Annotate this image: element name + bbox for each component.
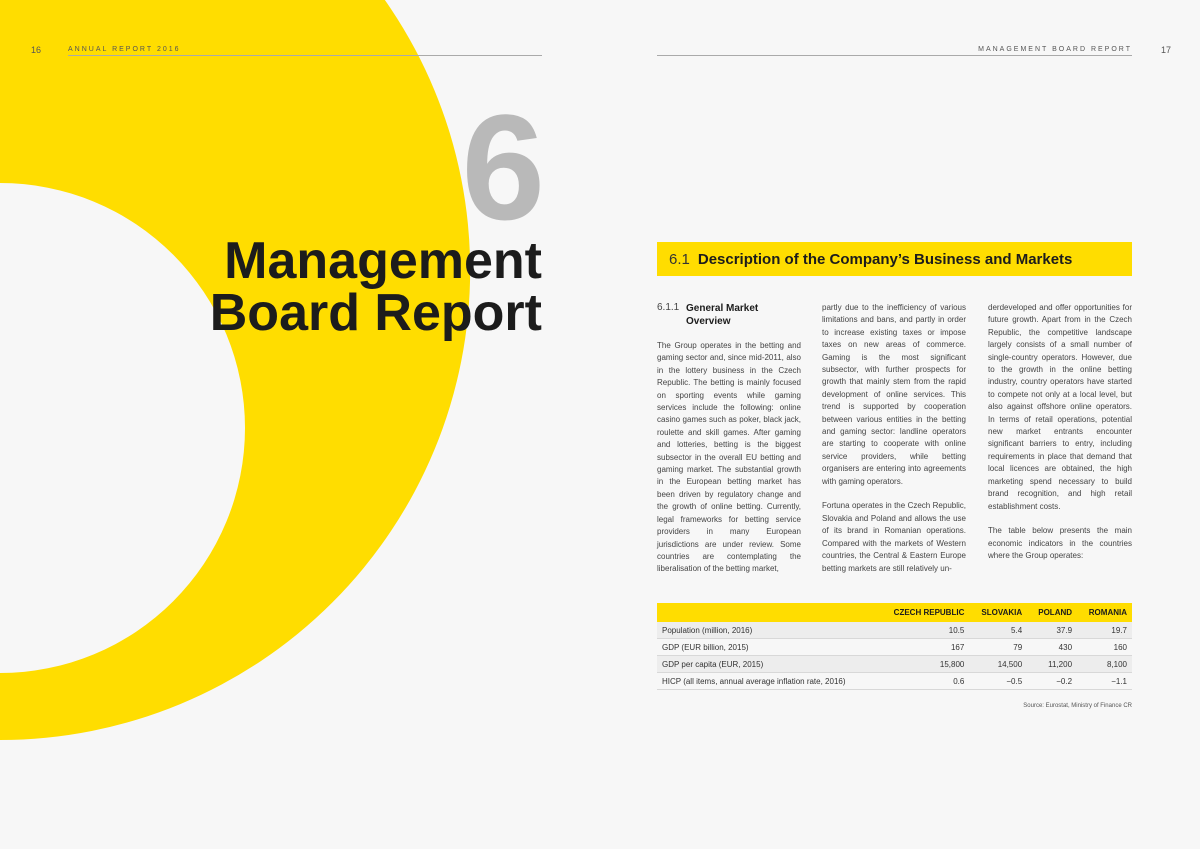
table-header-cell: CZECH REPUBLIC <box>877 603 970 622</box>
table-cell: −1.1 <box>1077 672 1132 690</box>
body-column-1: The Group operates in the betting and ga… <box>657 340 801 576</box>
report-spread: 16 ANNUAL REPORT 2016 MANAGEMENT BOARD R… <box>0 0 1200 849</box>
chapter-title-line-2: Board Report <box>209 284 542 342</box>
table-cell: 8,100 <box>1077 655 1132 673</box>
table-cell: 11,200 <box>1027 655 1078 673</box>
table-header-cell: SLOVAKIA <box>969 603 1028 622</box>
table-cell: 19.7 <box>1077 622 1132 639</box>
section-title: Description of the Company’s Business an… <box>697 250 1073 268</box>
table-cell: −0.2 <box>1027 672 1078 690</box>
table-cell: 430 <box>1027 638 1078 656</box>
right-header-rule <box>657 55 1132 56</box>
table-row: Population (million, 2016) 10.5 5.4 37.9… <box>657 622 1132 639</box>
table-cell: 14,500 <box>969 655 1028 673</box>
table-header-cell: POLAND <box>1027 603 1078 622</box>
table-row-label: GDP (EUR billion, 2015) <box>657 638 878 656</box>
left-page-number: 16 <box>31 45 42 55</box>
body-paragraph: The table below presents the main econom… <box>988 526 1132 561</box>
section-banner: 6.1 Description of the Company’s Busines… <box>657 242 1132 276</box>
body-paragraph: The Group operates in the betting and ga… <box>657 341 801 574</box>
table-row: GDP (EUR billion, 2015) 167 79 430 160 <box>657 638 1132 656</box>
table-cell: 160 <box>1077 638 1132 656</box>
table-header-cell <box>657 603 878 622</box>
table-row-label: GDP per capita (EUR, 2015) <box>657 655 878 673</box>
section-number: 6.1 <box>669 250 690 268</box>
table-header-cell: ROMANIA <box>1077 603 1132 622</box>
body-column-3: derdeveloped and offer opportunities for… <box>988 302 1132 563</box>
subsection-number: 6.1.1 <box>657 302 680 313</box>
table-row: GDP per capita (EUR, 2015) 15,800 14,500… <box>657 655 1132 673</box>
right-running-head: MANAGEMENT BOARD REPORT <box>978 46 1132 53</box>
table-cell: 79 <box>969 638 1028 656</box>
table-row: HICP (all items, annual average inflatio… <box>657 672 1132 690</box>
table-header-row: CZECH REPUBLIC SLOVAKIA POLAND ROMANIA <box>657 603 1132 622</box>
body-column-2: partly due to the inefficiency of variou… <box>822 302 966 575</box>
chapter-title: Management Board Report <box>210 235 542 339</box>
table-row-label: HICP (all items, annual average inflatio… <box>657 672 878 690</box>
chapter-title-line-1: Management <box>224 232 542 290</box>
left-running-head: ANNUAL REPORT 2016 <box>68 46 181 53</box>
table-cell: 0.6 <box>877 672 970 690</box>
table-cell: 37.9 <box>1027 622 1078 639</box>
body-paragraph: Fortuna operates in the Czech Republic, … <box>822 501 966 573</box>
chapter-number: 6 <box>461 83 545 251</box>
right-page-number: 17 <box>1161 45 1172 55</box>
table-cell: 5.4 <box>969 622 1028 639</box>
table-source-note: Source: Eurostat, Ministry of Finance CR <box>1023 703 1132 709</box>
table-cell: 10.5 <box>877 622 970 639</box>
subsection-title: General Market Overview <box>686 303 759 327</box>
table-cell: −0.5 <box>969 672 1028 690</box>
economic-indicators-table: CZECH REPUBLIC SLOVAKIA POLAND ROMANIA P… <box>657 603 1132 690</box>
left-header-rule <box>68 55 542 56</box>
table-cell: 15,800 <box>877 655 970 673</box>
table-cell: 167 <box>877 638 970 656</box>
body-paragraph: derdeveloped and offer opportunities for… <box>988 303 1132 511</box>
body-paragraph: partly due to the inefficiency of variou… <box>822 303 966 486</box>
table-row-label: Population (million, 2016) <box>657 622 878 639</box>
